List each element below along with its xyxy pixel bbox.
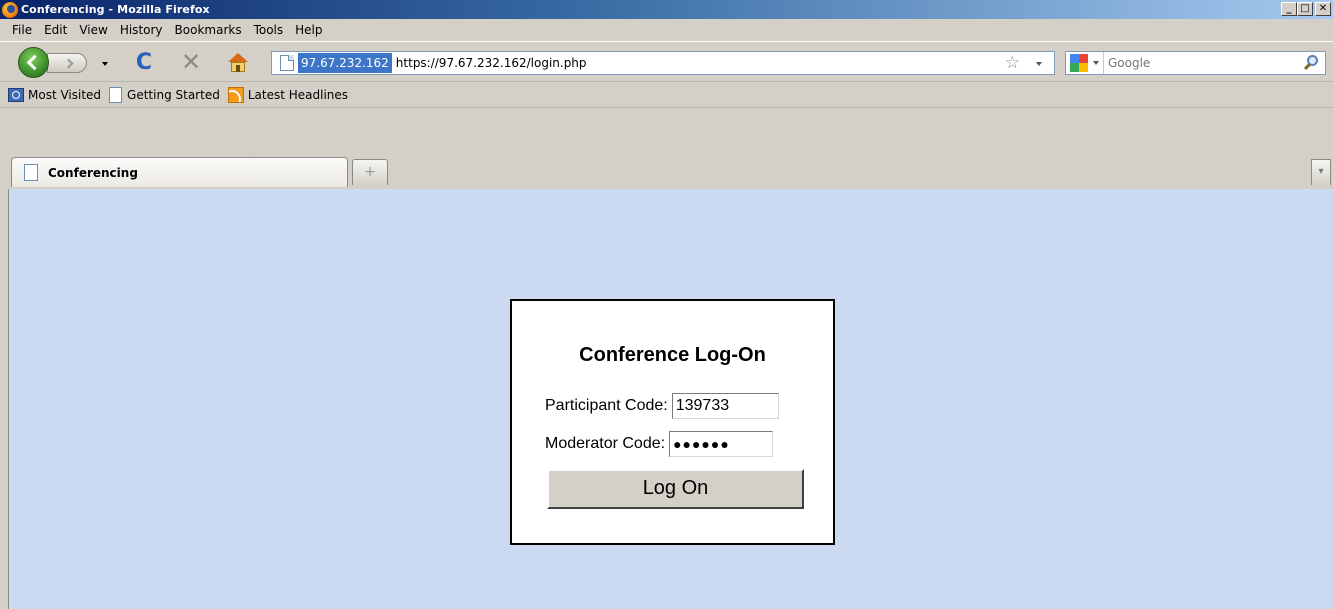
bookmark-getting-started[interactable]: Getting Started xyxy=(109,86,220,103)
bookmark-most-visited[interactable]: Most Visited xyxy=(8,87,102,102)
menu-bookmarks[interactable]: Bookmarks xyxy=(169,23,248,37)
page-icon xyxy=(109,86,123,103)
bookmark-latest-headlines[interactable]: Latest Headlines xyxy=(227,86,349,103)
new-tab-button[interactable]: + xyxy=(352,159,388,185)
url-dropdown-icon[interactable] xyxy=(1036,62,1042,66)
moderator-code-row: Moderator Code: ●●●●●● xyxy=(545,431,774,457)
bookmark-star-icon[interactable]: ☆ xyxy=(1005,54,1020,72)
bookmarks-toolbar: Most Visited Getting Started Latest Head… xyxy=(0,81,1333,107)
tab-title: Conferencing xyxy=(48,165,138,180)
search-engine-dropdown-icon xyxy=(1093,61,1099,65)
magnifier-handle xyxy=(1303,62,1312,71)
reload-button[interactable]: C xyxy=(133,52,155,74)
page-icon xyxy=(24,164,38,181)
tab-strip-background xyxy=(0,107,1333,153)
menu-history[interactable]: History xyxy=(114,23,169,37)
url-text[interactable]: https://97.67.232.162/login.php xyxy=(396,56,587,70)
close-window-button[interactable]: ✕ xyxy=(1315,2,1331,16)
search-engine-selector[interactable] xyxy=(1066,52,1104,74)
back-button[interactable] xyxy=(18,47,49,78)
address-bar[interactable]: 97.67.232.162 https://97.67.232.162/logi… xyxy=(271,51,1055,75)
moderator-code-label: Moderator Code: xyxy=(545,435,666,452)
menu-view[interactable]: View xyxy=(73,23,113,37)
stop-button[interactable]: ✕ xyxy=(180,50,202,74)
login-panel: Conference Log-On Participant Code: 1397… xyxy=(510,299,835,545)
menu-bar: File Edit View History Bookmarks Tools H… xyxy=(0,19,1333,41)
search-icon[interactable] xyxy=(1303,54,1321,72)
most-visited-icon xyxy=(8,87,24,102)
menu-file[interactable]: File xyxy=(6,23,38,37)
participant-code-input[interactable]: 139733 xyxy=(671,393,779,419)
bookmark-label: Getting Started xyxy=(127,87,220,102)
log-on-button[interactable]: Log On xyxy=(547,469,804,509)
google-icon xyxy=(1070,54,1088,72)
tab-conferencing[interactable]: Conferencing xyxy=(11,157,348,187)
bookmark-label: Most Visited xyxy=(28,87,102,102)
tab-strip: Conferencing + ▾ xyxy=(0,107,1333,189)
history-dropdown-icon[interactable] xyxy=(102,62,108,66)
maximize-button[interactable]: □ xyxy=(1297,2,1313,16)
menu-help[interactable]: Help xyxy=(289,23,328,37)
search-input[interactable] xyxy=(1108,56,1288,70)
window-titlebar: Conferencing - Mozilla Firefox _ □ ✕ xyxy=(0,0,1333,19)
bookmark-label: Latest Headlines xyxy=(247,87,349,102)
navigation-toolbar: C ✕ 97.67.232.162 https://97.67.232.162/… xyxy=(0,41,1333,81)
search-bar[interactable] xyxy=(1065,51,1326,75)
page-content: Conference Log-On Participant Code: 1397… xyxy=(8,189,1333,609)
firefox-logo-icon xyxy=(2,1,18,18)
site-identity-label[interactable]: 97.67.232.162 xyxy=(298,53,392,73)
menu-edit[interactable]: Edit xyxy=(38,23,73,37)
window-title: Conferencing - Mozilla Firefox xyxy=(21,3,210,16)
home-icon-door xyxy=(236,65,240,72)
moderator-code-input[interactable]: ●●●●●● xyxy=(669,431,774,457)
tab-list-button[interactable]: ▾ xyxy=(1311,159,1331,185)
home-button[interactable] xyxy=(227,52,249,74)
login-title: Conference Log-On xyxy=(579,344,766,366)
participant-code-row: Participant Code: 139733 xyxy=(545,393,779,419)
window-controls: _ □ ✕ xyxy=(1281,2,1331,16)
forward-button[interactable] xyxy=(47,53,87,73)
minimize-button[interactable]: _ xyxy=(1281,2,1297,16)
participant-code-label: Participant Code: xyxy=(545,397,668,414)
rss-feed-icon xyxy=(227,86,244,103)
home-icon xyxy=(228,53,248,62)
menu-tools[interactable]: Tools xyxy=(248,23,290,37)
page-icon xyxy=(280,55,294,71)
